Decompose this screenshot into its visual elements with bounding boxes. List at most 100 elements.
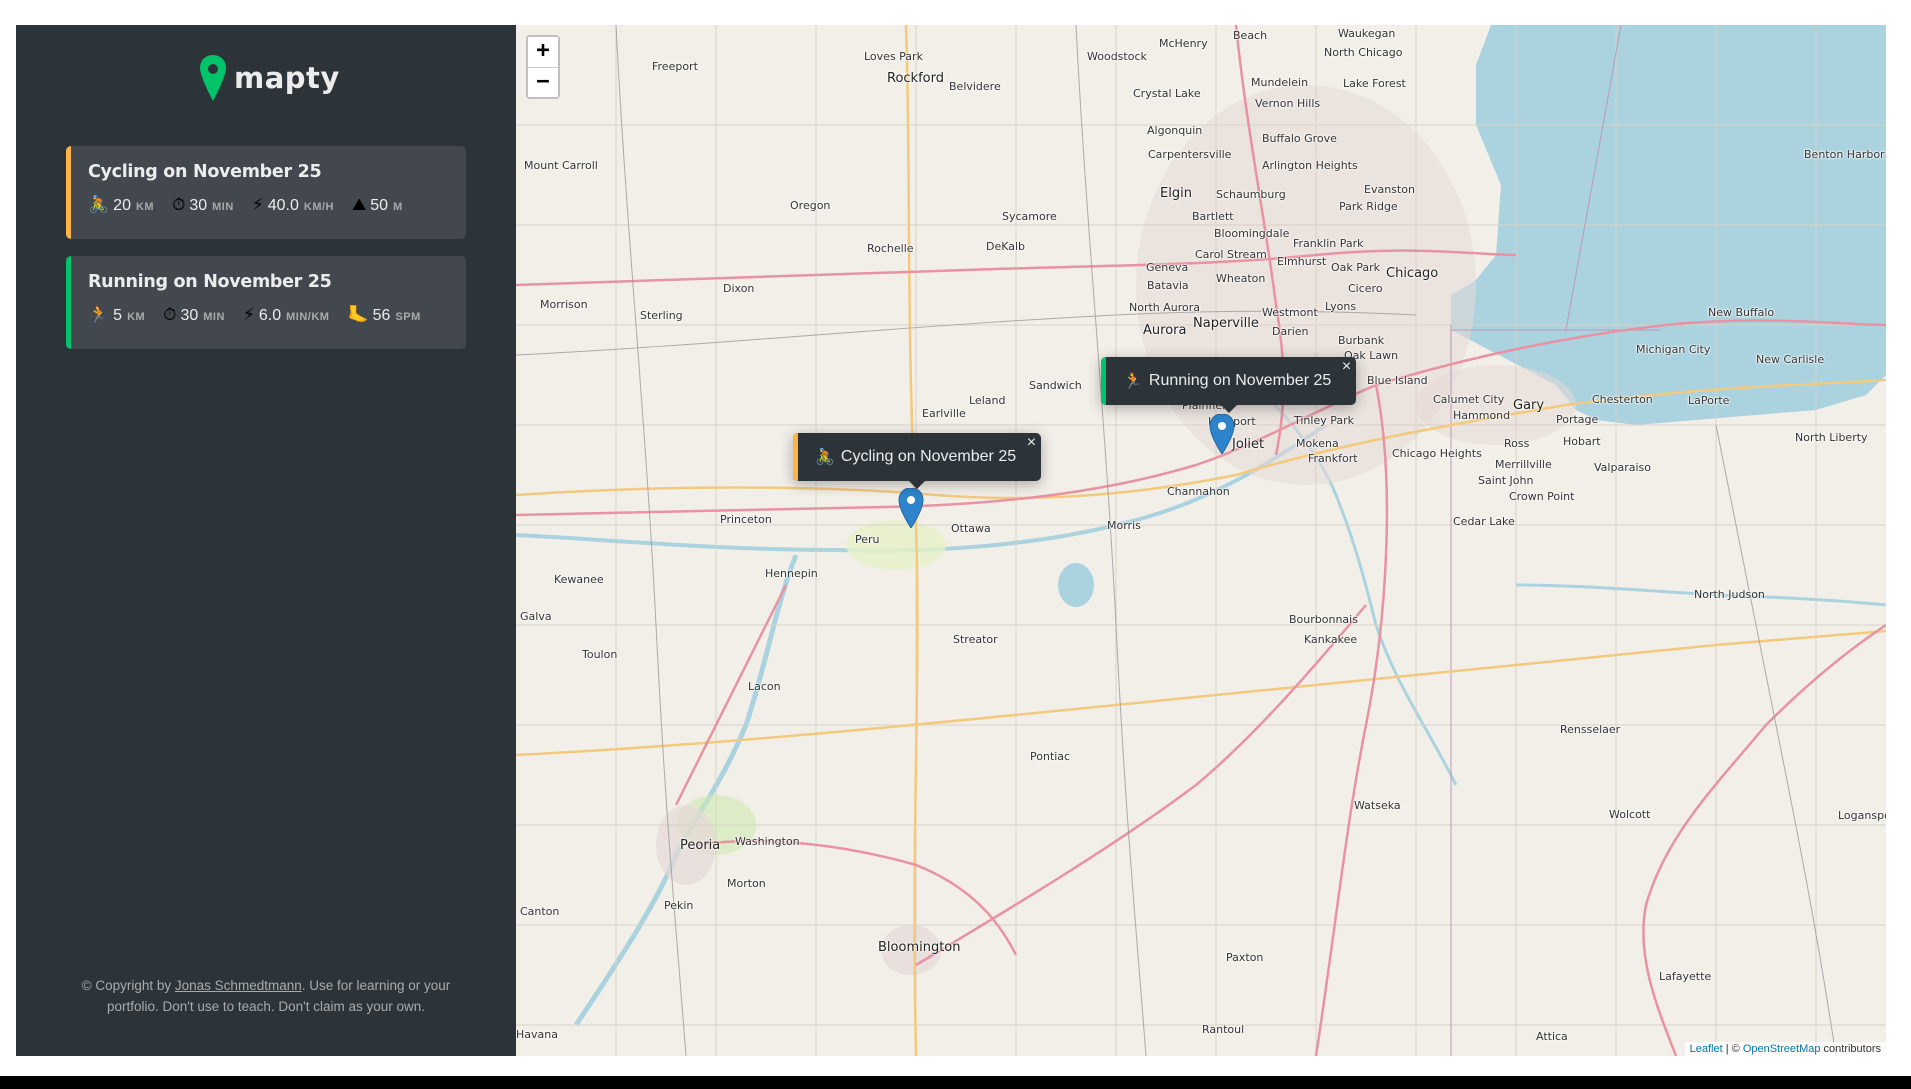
town-label: Washington [735,835,800,848]
town-label: McHenry [1159,37,1208,50]
town-label: Pontiac [1030,750,1071,763]
osm-link[interactable]: OpenStreetMap [1743,1043,1821,1055]
town-label: New Carlisle [1756,353,1825,366]
town-label: Bloomington [878,940,961,955]
runner-icon: 🏃 [88,305,110,324]
town-label: Gary [1513,398,1545,413]
workout-details: 🚴 20 km ⏱ 30 min ⚡ 40.0 km/h [88,196,444,215]
town-label: Woodstock [1087,50,1147,63]
town-label: Chesterton [1592,393,1653,406]
popup-tip [1219,404,1238,413]
town-label: Oak Park [1331,261,1381,274]
attribution-suffix: contributors [1820,1043,1881,1055]
duration-unit: min [203,311,225,323]
town-label: Kankakee [1304,633,1358,646]
town-label: Pekin [664,899,694,912]
workout-list: Cycling on November 25 🚴 20 km ⏱ 30 min … [66,146,466,366]
town-label: Sterling [640,309,683,322]
cycling-marker-pin-icon[interactable] [898,488,924,528]
leaflet-link[interactable]: Leaflet [1690,1043,1723,1055]
town-label: New Buffalo [1708,306,1775,319]
town-label: Merrillville [1495,458,1552,471]
lightning-icon: ⚡ [251,195,264,214]
zoom-out-button[interactable]: − [528,67,558,97]
logo: mapty [200,55,340,101]
town-label: Bloomingdale [1214,227,1290,240]
workout-item-running[interactable]: Running on November 25 🏃 5 km ⏱ 30 min ⚡ [66,256,466,349]
town-label: Sandwich [1029,379,1082,392]
town-label: Princeton [720,513,772,526]
map[interactable]: Waukegan Beach McHenry North Chicago Lak… [516,25,1886,1056]
town-label: Paxton [1226,951,1264,964]
town-label: Morrison [540,298,588,311]
attribution-separator: | © [1722,1043,1743,1055]
town-label: Naperville [1193,316,1259,331]
town-label: Peoria [680,838,721,853]
town-label: Bourbonnais [1289,613,1358,626]
lightning-icon: ⚡ [242,305,255,324]
town-label: Evanston [1364,183,1415,196]
author-link[interactable]: Jonas Schmedtmann [175,978,302,993]
town-label: Mount Carroll [524,159,598,172]
town-label: Rochelle [867,242,914,255]
runner-icon: 🏃 [1123,373,1143,390]
bottom-bar [0,1076,1911,1089]
bicycle-icon: 🚴 [88,195,110,214]
copyright: © Copyright by Jonas Schmedtmann. Use fo… [76,975,456,1017]
town-label: Lacon [748,680,781,693]
town-label: Cicero [1348,282,1383,295]
cadence-unit: spm [395,311,421,323]
zoom-in-button[interactable]: + [528,37,558,67]
close-icon[interactable]: × [1027,434,1036,452]
popup-label: Cycling on November 25 [840,448,1017,465]
town-label: Rockford [887,71,944,86]
town-label: Toulon [582,648,618,661]
close-icon[interactable]: × [1342,358,1351,376]
distance-value: 5 [113,307,123,324]
logo-text: mapty [234,61,340,95]
town-label: Havana [516,1028,558,1041]
town-label: Carol Stream [1195,248,1267,261]
cycling-popup: 🚴 Cycling on November 25 × [793,433,1042,489]
town-label: Burbank [1338,334,1385,347]
town-label: Lake Forest [1343,77,1406,90]
town-label: Schaumburg [1216,188,1286,201]
duration-value: 30 [180,307,199,324]
town-label: Watseka [1354,799,1401,812]
duration-unit: min [212,201,234,213]
cadence-value: 56 [372,307,391,324]
town-label: Kewanee [554,573,604,586]
workout-item-cycling[interactable]: Cycling on November 25 🚴 20 km ⏱ 30 min … [66,146,466,239]
town-label: Chicago [1386,266,1439,281]
town-label: Frankfort [1308,452,1358,465]
town-label: Chicago Heights [1392,447,1482,460]
town-label: Sycamore [1002,210,1057,223]
town-label: Morris [1107,519,1141,532]
town-label: Canton [520,905,560,918]
elevation-unit: m [393,201,403,213]
town-label: Saint John [1478,474,1534,487]
popup-label: Running on November 25 [1148,372,1332,389]
town-label: Algonquin [1147,124,1203,137]
town-label: Bartlett [1192,210,1234,223]
running-popup: 🏃 Running on November 25 × [1101,357,1357,413]
workout-title: Cycling on November 25 [88,162,322,182]
running-marker-pin-icon[interactable] [1209,414,1235,454]
town-label: North Judson [1694,588,1765,601]
town-label: North Aurora [1129,301,1201,314]
town-label: Joliet [1232,437,1265,452]
sidebar: mapty Cycling on November 25 🚴 20 km ⏱ 3… [16,25,516,1056]
workout-duration: ⏱ 30 min [163,306,225,325]
town-label: Hammond [1453,409,1511,422]
town-label: Tinley Park [1294,414,1355,427]
town-label: Streator [953,633,998,646]
town-label: Oregon [790,199,831,212]
map-tiles [516,25,1886,1056]
town-label: Beach [1233,29,1268,42]
town-label: Rensselaer [1560,723,1621,736]
town-label: Valparaiso [1594,461,1651,474]
duration-value: 30 [189,197,208,214]
workout-speed: ⚡ 40.0 km/h [252,196,334,215]
town-label: Cedar Lake [1453,515,1515,528]
stopwatch-icon: ⏱ [163,305,177,324]
